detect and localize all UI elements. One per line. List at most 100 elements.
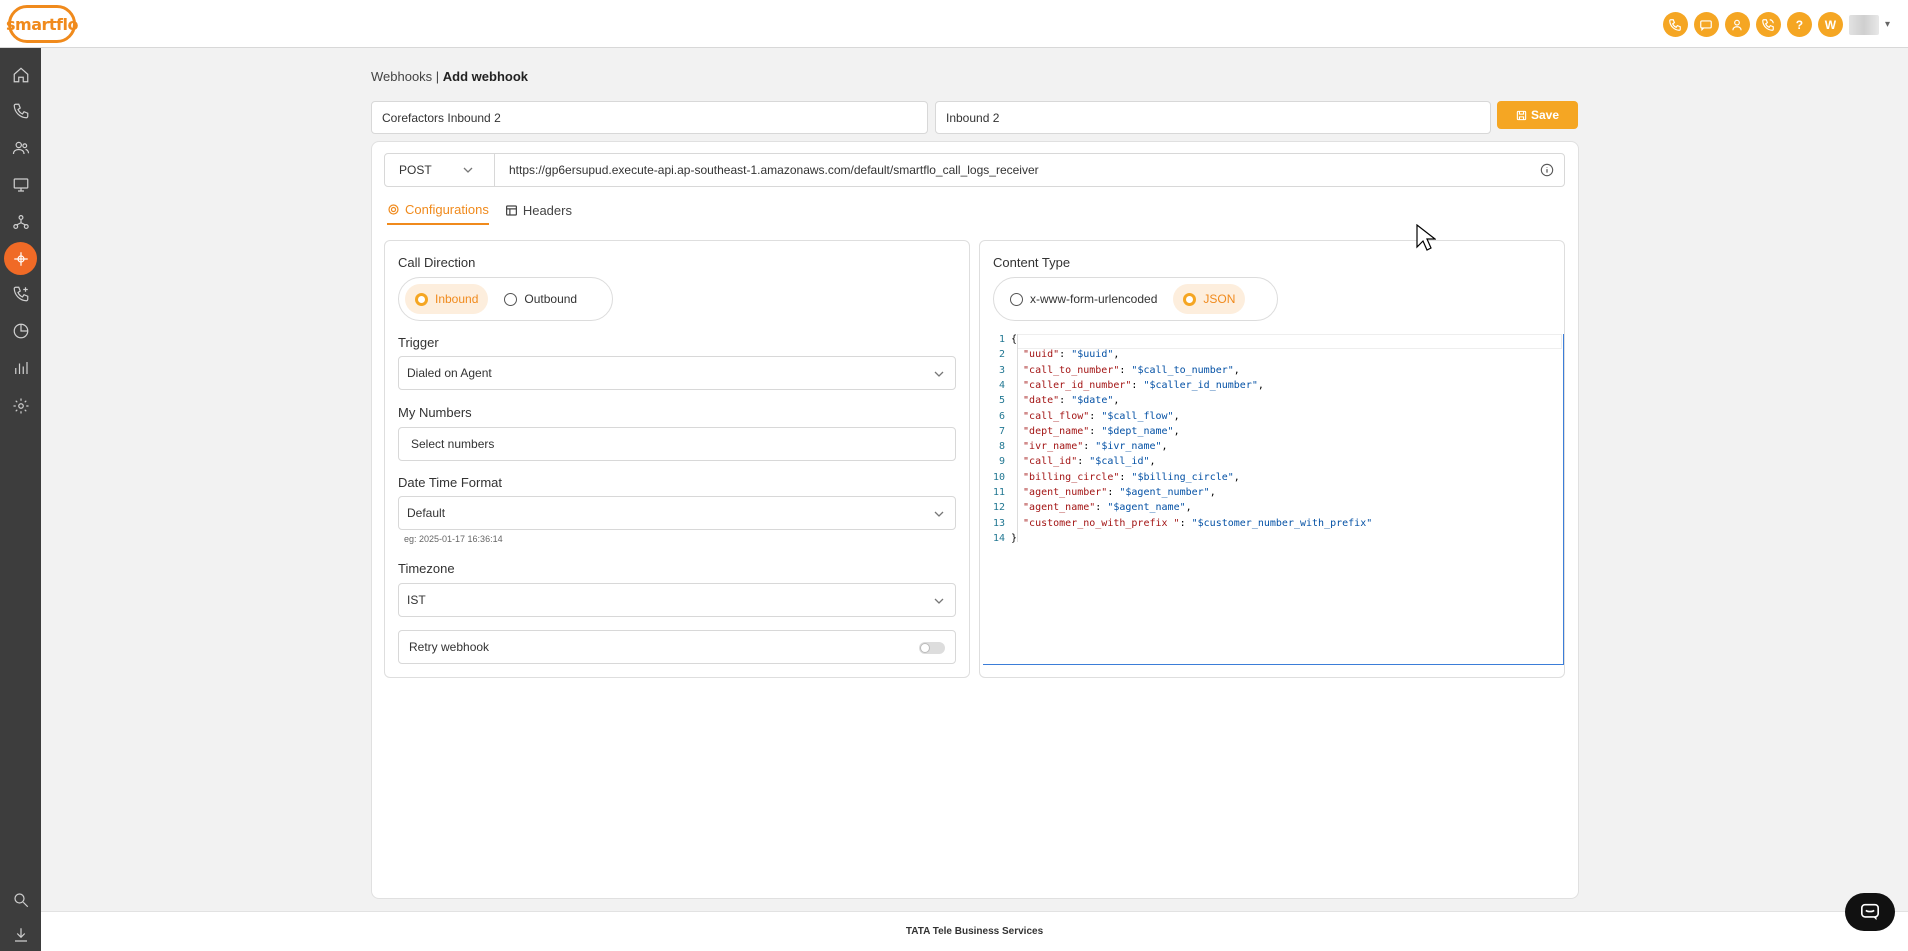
json-key: "agent_number" bbox=[1011, 487, 1108, 498]
chat-icon bbox=[1861, 903, 1879, 921]
line-number: 3 bbox=[998, 364, 1005, 376]
tab-configurations-label: Configurations bbox=[405, 202, 489, 217]
search-icon[interactable] bbox=[8, 887, 33, 912]
webhook-name-input[interactable]: Corefactors Inbound 2 bbox=[371, 101, 928, 134]
download-icon[interactable] bbox=[8, 922, 33, 947]
avatar[interactable] bbox=[1848, 14, 1879, 35]
user-initial-icon[interactable]: W bbox=[1817, 12, 1843, 37]
trigger-select[interactable]: Dialed on Agent bbox=[398, 356, 956, 390]
help-icon[interactable]: ? bbox=[1786, 12, 1812, 37]
line-number: 6 bbox=[998, 410, 1005, 422]
save-button[interactable]: Save bbox=[1497, 101, 1578, 129]
json-value: "$agent_name" bbox=[1107, 502, 1186, 514]
webhook-name-value: Corefactors Inbound 2 bbox=[382, 110, 501, 125]
chevron-down-icon bbox=[934, 511, 944, 517]
method-select[interactable]: POST bbox=[385, 154, 495, 186]
line-number: 11 bbox=[992, 487, 1005, 498]
json-value: "$customer_number_with_prefix" bbox=[1191, 517, 1373, 529]
monitor-icon[interactable] bbox=[8, 172, 33, 197]
json-value: "$call_flow" bbox=[1101, 410, 1174, 422]
url-input[interactable]: https://gp6ersupud.execute-api.ap-southe… bbox=[509, 163, 1039, 177]
footer: TATA Tele Business Services bbox=[41, 911, 1908, 951]
users-icon[interactable] bbox=[8, 135, 33, 160]
analytics-bar-icon[interactable] bbox=[8, 355, 33, 380]
line-number: 8 bbox=[998, 441, 1005, 453]
chat-button[interactable] bbox=[1845, 893, 1895, 931]
tab-configurations[interactable]: Configurations bbox=[387, 202, 489, 225]
line-number: 1 bbox=[998, 334, 1005, 345]
tab-headers-label: Headers bbox=[522, 203, 572, 218]
top-icons: ? W ▾ bbox=[1662, 12, 1890, 37]
phone-icon[interactable] bbox=[8, 98, 33, 123]
code-text: "billing_circle": "$billing_circle", bbox=[1011, 471, 1240, 483]
my-numbers-select[interactable]: Select numbers bbox=[398, 427, 956, 461]
radio-outbound-label: Outbound bbox=[524, 292, 578, 306]
breadcrumb-parent[interactable]: Webhooks bbox=[371, 69, 432, 84]
trigger-value: Dialed on Agent bbox=[407, 366, 492, 380]
reports-pie-icon[interactable] bbox=[8, 318, 33, 343]
network-icon[interactable] bbox=[8, 209, 33, 234]
radio-inbound[interactable]: Inbound bbox=[405, 284, 489, 314]
webhook-description-input[interactable]: Inbound 2 bbox=[935, 101, 1491, 134]
method-value: POST bbox=[399, 163, 432, 177]
integrations-icon[interactable] bbox=[4, 242, 37, 275]
top-bar: smartflo ? W ▾ bbox=[0, 0, 1908, 48]
call-direction-label: Call Direction bbox=[398, 255, 476, 270]
radio-outbound[interactable]: Outbound bbox=[494, 284, 587, 314]
date-time-format-value: Default bbox=[407, 506, 446, 520]
smartflo-logo[interactable]: smartflo bbox=[6, 5, 78, 43]
code-text: "agent_number": "$agent_number", bbox=[1011, 487, 1216, 498]
radio-json[interactable]: JSON bbox=[1173, 284, 1246, 314]
timezone-select[interactable]: IST bbox=[398, 583, 956, 617]
breadcrumb: Webhooks | Add webhook bbox=[371, 69, 528, 84]
headers-icon bbox=[505, 205, 517, 216]
breadcrumb-current: Add webhook bbox=[442, 69, 529, 84]
json-key: "uuid" bbox=[1011, 349, 1060, 361]
timezone-value: IST bbox=[407, 593, 426, 607]
code-text: "uuid": "$uuid", bbox=[1011, 349, 1120, 361]
gear-icon bbox=[388, 204, 399, 215]
line-number: 9 bbox=[998, 456, 1005, 468]
info-icon[interactable] bbox=[1540, 163, 1554, 177]
save-button-label: Save bbox=[1530, 108, 1560, 122]
code-line: 13 "customer_no_with_prefix ": "$custome… bbox=[983, 518, 1563, 533]
tab-headers[interactable]: Headers bbox=[505, 202, 572, 225]
agent-icon[interactable] bbox=[1724, 12, 1750, 37]
radio-urlencoded[interactable]: x-www-form-urlencoded bbox=[1000, 284, 1167, 314]
code-line: 8 "ivr_name": "$ivr_name", bbox=[983, 441, 1563, 456]
line-number: 10 bbox=[992, 471, 1005, 483]
json-value: "$ivr_name" bbox=[1095, 441, 1162, 453]
json-key: "call_to_number" bbox=[1011, 364, 1120, 376]
line-number: 13 bbox=[992, 517, 1005, 529]
radio-urlencoded-label: x-www-form-urlencoded bbox=[1030, 292, 1158, 306]
json-code-editor[interactable]: 1{2 "uuid": "$uuid", 3 "call_to_number": … bbox=[983, 334, 1564, 665]
ivr-icon[interactable] bbox=[8, 281, 33, 306]
json-value: "$date" bbox=[1071, 395, 1114, 407]
sms-icon[interactable] bbox=[1693, 12, 1719, 37]
json-key: "call_id" bbox=[1011, 456, 1078, 468]
code-text: "ivr_name": "$ivr_name", bbox=[1011, 441, 1168, 453]
save-icon bbox=[1516, 110, 1527, 120]
code-text: "caller_id_number": "$caller_id_number", bbox=[1011, 379, 1264, 391]
retry-webhook-row: Retry webhook bbox=[398, 630, 956, 664]
radio-dot bbox=[1010, 292, 1023, 306]
json-key: "date" bbox=[1011, 395, 1060, 407]
chevron-down-icon[interactable]: ▾ bbox=[1885, 19, 1890, 30]
json-value: "$dept_name" bbox=[1101, 425, 1174, 437]
phone-ring-icon[interactable] bbox=[1755, 12, 1781, 37]
json-key: "ivr_name" bbox=[1011, 441, 1084, 453]
line-number: 2 bbox=[998, 349, 1005, 361]
home-icon[interactable] bbox=[8, 62, 33, 87]
code-line: 3 "call_to_number": "$call_to_number", bbox=[983, 365, 1563, 380]
json-value: "$billing_circle" bbox=[1131, 471, 1234, 483]
code-line: 4 "caller_id_number": "$caller_id_number… bbox=[983, 380, 1563, 395]
line-number: 14 bbox=[992, 532, 1005, 544]
code-text: "dept_name": "$dept_name", bbox=[1011, 425, 1180, 437]
date-time-format-select[interactable]: Default bbox=[398, 496, 956, 530]
json-value: "$uuid" bbox=[1071, 349, 1114, 361]
timezone-label: Timezone bbox=[398, 561, 455, 576]
phone-icon[interactable] bbox=[1662, 12, 1688, 37]
settings-icon[interactable] bbox=[8, 393, 33, 418]
retry-webhook-toggle[interactable] bbox=[919, 642, 945, 654]
radio-dot bbox=[415, 292, 428, 306]
